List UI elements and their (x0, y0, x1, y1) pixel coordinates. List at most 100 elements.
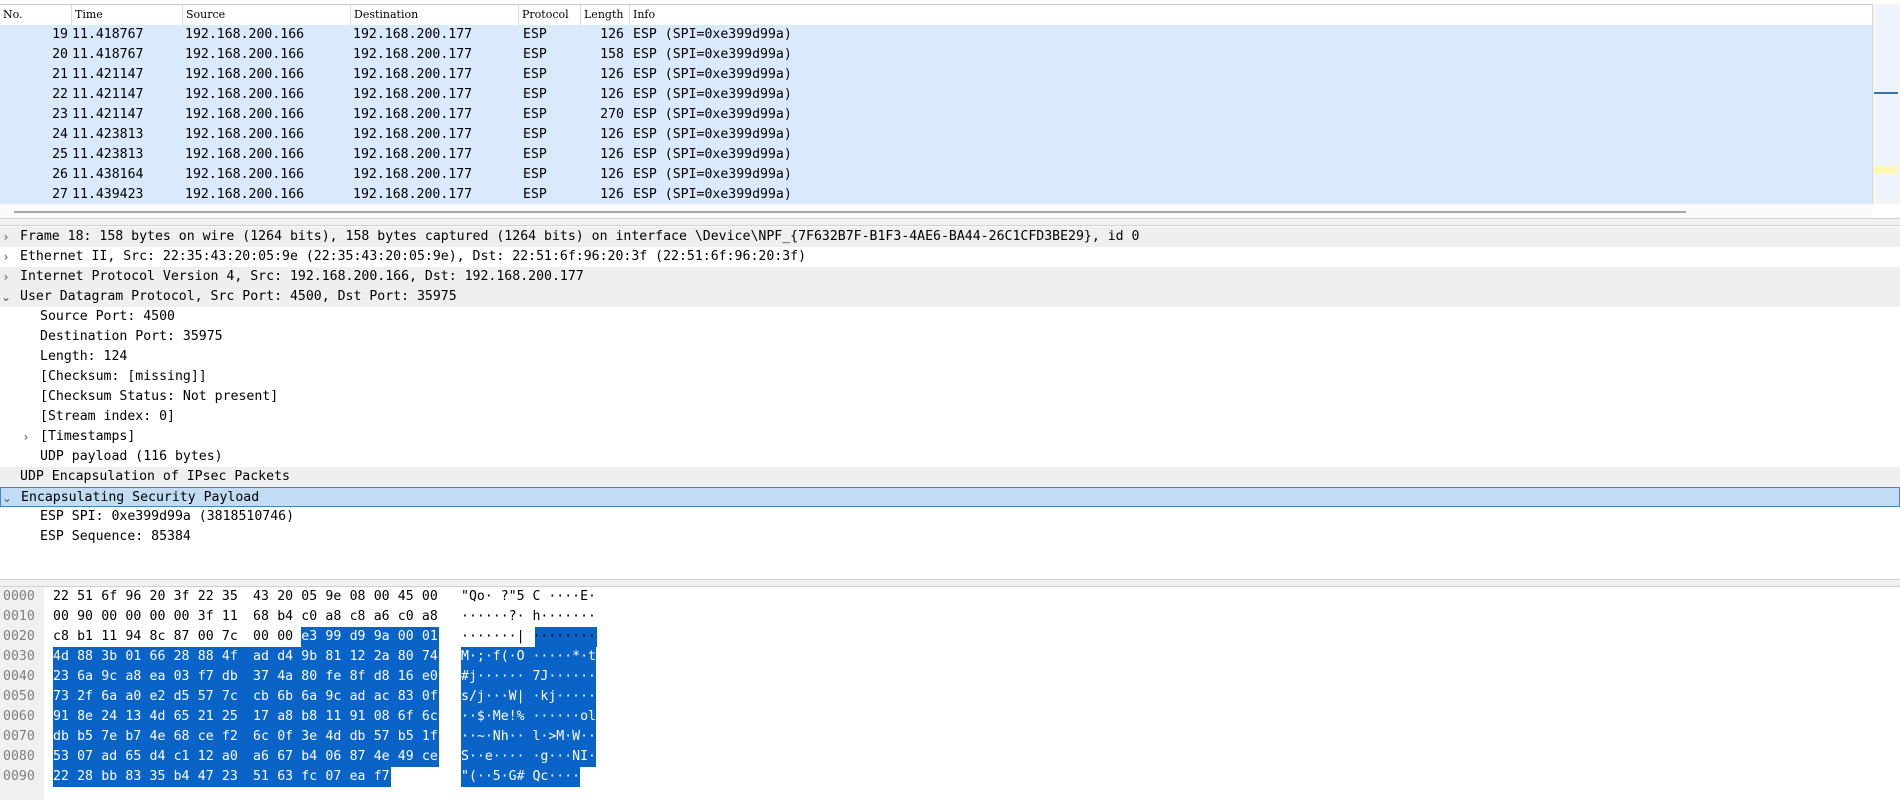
tree-row[interactable]: › Frame 18: 158 bytes on wire (1264 bits)… (0, 227, 1900, 247)
hex-byte[interactable]: 8c (150, 627, 166, 647)
hex-byte[interactable]: 73 (53, 687, 78, 707)
tree-row[interactable]: ⌄ Encapsulating Security Payload (0, 487, 1900, 507)
packet-row[interactable]: 26 11.438164 192.168.200.166 192.168.200.17… (0, 165, 1872, 185)
ascii-text[interactable]: "Qo· ?"5 C ····E· (461, 587, 596, 607)
hex-byte[interactable]: ad (101, 747, 126, 767)
hex-byte[interactable]: 22 (53, 587, 69, 607)
hex-byte[interactable]: 37 (253, 667, 278, 687)
hex-byte[interactable]: 99 (325, 627, 350, 647)
hex-byte[interactable]: 4a (277, 667, 302, 687)
hex-byte[interactable]: 7c (222, 627, 238, 647)
hex-byte[interactable]: e0 (421, 667, 439, 687)
hex-byte[interactable]: 3f (198, 607, 214, 627)
hex-byte[interactable]: 8e (77, 707, 102, 727)
hex-byte[interactable]: 17 (253, 707, 278, 727)
hex-byte[interactable]: cb (253, 687, 278, 707)
hex-byte[interactable]: 3b (101, 647, 126, 667)
hex-byte[interactable]: ad (349, 687, 374, 707)
ascii-text[interactable]: ··~·Nh·· l·>M·W·· (461, 727, 596, 747)
hex-byte[interactable]: b4 (277, 607, 293, 627)
hex-byte[interactable]: 00 (253, 627, 269, 647)
hex-byte[interactable]: 1f (421, 727, 439, 747)
column-header-source[interactable]: Source (183, 5, 351, 25)
hex-byte[interactable]: 83 (397, 687, 422, 707)
hex-byte[interactable]: 23 (53, 667, 78, 687)
hex-byte[interactable]: 00 (125, 607, 141, 627)
hex-byte[interactable]: 7e (101, 727, 126, 747)
hex-byte[interactable]: 49 (397, 747, 422, 767)
hex-byte[interactable]: 53 (53, 747, 78, 767)
hex-byte[interactable]: ea (149, 667, 174, 687)
column-header-info[interactable]: Info (630, 5, 1872, 25)
hex-byte[interactable]: b7 (125, 727, 150, 747)
hex-byte[interactable]: 51 (253, 767, 278, 787)
hex-byte[interactable]: 11 (101, 627, 117, 647)
hex-byte[interactable]: db (349, 727, 374, 747)
packet-row[interactable]: 25 11.423813 192.168.200.166 192.168.200.17… (0, 145, 1872, 165)
hex-byte[interactable]: 2a (373, 647, 398, 667)
hex-byte[interactable]: 63 (277, 767, 302, 787)
hex-byte[interactable]: 6f (101, 587, 117, 607)
packet-row[interactable]: 20 11.418767 192.168.200.166 192.168.200.17… (0, 45, 1872, 65)
hex-byte[interactable]: 91 (349, 707, 374, 727)
ascii-text[interactable]: "(··5·G# Qc···· (461, 767, 581, 787)
hex-byte[interactable]: c1 (173, 747, 198, 767)
scrollbar-position-indicator[interactable] (1874, 92, 1898, 94)
ascii-text[interactable]: M·;·f(·O ·····*·t (461, 647, 596, 667)
hex-byte[interactable]: a0 (221, 747, 253, 767)
hex-byte[interactable]: a0 (125, 687, 150, 707)
hex-byte[interactable]: db (53, 727, 78, 747)
hex-byte[interactable]: 01 (421, 627, 439, 647)
ascii-text[interactable]: ·······| ········ (461, 627, 596, 647)
hex-byte[interactable]: 12 (349, 647, 374, 667)
hex-byte[interactable]: d4 (149, 747, 174, 767)
hex-byte[interactable]: 43 (253, 587, 269, 607)
packet-row[interactable]: 21 11.421147 192.168.200.166 192.168.200.17… (0, 65, 1872, 85)
tree-row[interactable]: › Internet Protocol Version 4, Src: 192.1… (0, 267, 1900, 287)
hex-byte[interactable]: a8 (277, 707, 302, 727)
hex-byte[interactable]: a6 (253, 747, 278, 767)
hex-byte[interactable]: 00 (174, 607, 190, 627)
hex-byte[interactable]: db (221, 667, 253, 687)
hex-byte[interactable]: 96 (125, 587, 141, 607)
hex-byte[interactable]: 9c (325, 687, 350, 707)
hex-byte[interactable]: 23 (221, 767, 253, 787)
hex-byte[interactable]: 9e (325, 587, 341, 607)
hex-byte[interactable]: d5 (173, 687, 198, 707)
hex-byte[interactable]: 65 (125, 747, 150, 767)
hex-byte[interactable]: 4e (149, 727, 174, 747)
hex-byte[interactable]: 9a (373, 627, 398, 647)
hex-byte[interactable]: fe (325, 667, 350, 687)
hex-byte[interactable]: d4 (277, 647, 302, 667)
collapse-arrow-icon[interactable]: ⌄ (0, 287, 12, 307)
hex-byte[interactable]: 00 (53, 607, 69, 627)
hex-byte[interactable]: 88 (197, 647, 222, 667)
hex-byte[interactable]: 28 (173, 647, 198, 667)
hex-byte[interactable]: ce (197, 727, 222, 747)
hex-byte[interactable]: b8 (301, 707, 326, 727)
tree-row[interactable]: › [Timestamps] (0, 427, 1900, 447)
hex-byte[interactable]: f2 (221, 727, 253, 747)
pane-splitter-top[interactable] (0, 218, 1900, 226)
tree-row[interactable]: [Checksum Status: Not present] (0, 387, 1900, 407)
hex-byte[interactable]: 20 (150, 587, 166, 607)
column-header-protocol[interactable]: Protocol (519, 5, 581, 25)
hex-byte[interactable]: e3 (301, 627, 326, 647)
hex-byte[interactable]: 68 (253, 607, 269, 627)
hex-byte[interactable]: 66 (149, 647, 174, 667)
hex-byte[interactable]: d8 (373, 667, 398, 687)
hex-byte[interactable]: 3f (174, 587, 190, 607)
hex-byte[interactable]: 00 (101, 607, 117, 627)
hex-byte[interactable]: 74 (421, 647, 439, 667)
hex-byte[interactable]: 57 (197, 687, 222, 707)
tree-row[interactable]: [Checksum: [missing]] (0, 367, 1900, 387)
hex-byte[interactable]: 4d (149, 707, 174, 727)
hex-byte[interactable]: b1 (77, 627, 93, 647)
hex-byte[interactable]: 08 (373, 707, 398, 727)
hex-byte[interactable]: f7 (373, 767, 391, 787)
hex-byte[interactable]: a8 (325, 607, 341, 627)
hex-byte[interactable]: 2f (77, 687, 102, 707)
hex-byte[interactable]: 16 (397, 667, 422, 687)
hex-byte[interactable]: 07 (325, 767, 350, 787)
expand-arrow-icon[interactable]: › (20, 427, 32, 447)
